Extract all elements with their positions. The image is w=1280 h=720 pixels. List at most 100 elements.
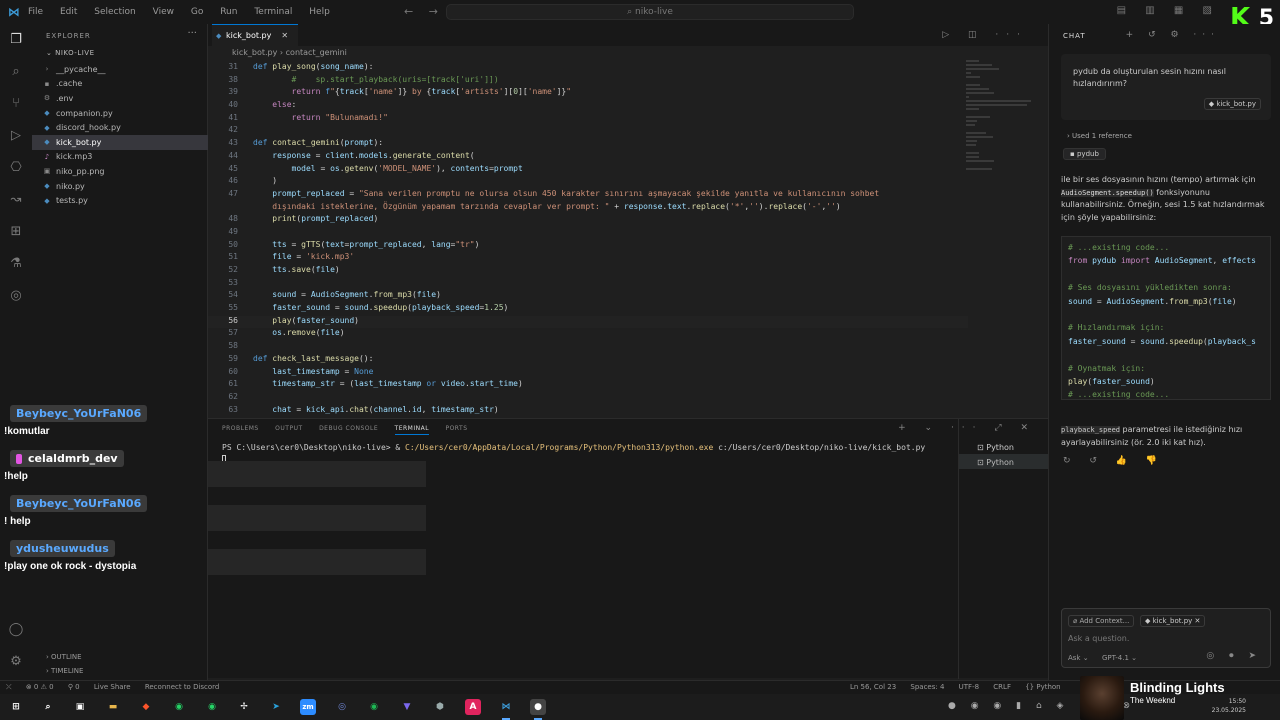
app-icon[interactable]: ⬢ xyxy=(432,699,448,715)
testing-icon[interactable]: ⚗ xyxy=(8,256,24,272)
chat-actions[interactable]: + ↺ ⚙ ··· xyxy=(1126,30,1220,40)
whatsapp-icon[interactable]: ◉ xyxy=(204,699,220,715)
nav-arrows[interactable]: ← → xyxy=(404,5,444,18)
menu-selection[interactable]: Selection xyxy=(94,7,135,17)
minimap[interactable] xyxy=(966,60,1042,200)
answer-code-block[interactable]: # ...existing code... from pydub import A… xyxy=(1061,236,1271,400)
file-item[interactable]: ◆ discord_hook.py xyxy=(32,120,208,135)
discord-status[interactable]: Reconnect to Discord xyxy=(145,683,220,691)
tab-output[interactable]: OUTPUT xyxy=(275,425,302,432)
model-dropdown[interactable]: GPT-4.1 ⌄ xyxy=(1102,654,1137,662)
settings-gear-icon[interactable]: ⚙ xyxy=(8,654,24,670)
add-context-button[interactable]: ⌀ Add Context... xyxy=(1068,615,1135,627)
menu-help[interactable]: Help xyxy=(309,7,330,17)
zoom-icon[interactable]: zm xyxy=(300,699,316,715)
remote-icon[interactable]: ⤫ xyxy=(6,683,12,691)
code-line[interactable]: 55 faster_sound = sound.speedup(playback… xyxy=(208,303,968,316)
feedback-actions[interactable]: ↻ ↺ 👍 👎 xyxy=(1063,456,1165,466)
code-line[interactable]: 62 xyxy=(208,392,968,405)
close-icon[interactable]: ✕ xyxy=(281,31,288,40)
code-line[interactable]: dışındaki isteklerine, Özgünüm yapamam t… xyxy=(208,202,968,215)
project-name[interactable]: ⌄ NIKO-LIVE xyxy=(46,49,95,57)
menu-run[interactable]: Run xyxy=(220,7,237,17)
task-view-icon[interactable]: ▣ xyxy=(72,699,88,715)
code-line[interactable]: 60 last_timestamp = None xyxy=(208,367,968,380)
breadcrumb-file[interactable]: kick_bot.py xyxy=(232,48,277,57)
menu-view[interactable]: View xyxy=(153,7,174,17)
code-line[interactable]: 48 print(prompt_replaced) xyxy=(208,214,968,227)
code-line[interactable]: 44 response = client.models.generate_con… xyxy=(208,151,968,164)
code-area[interactable]: 31 def play_song(song_name): 38 # sp.start… xyxy=(208,62,968,417)
ports-status[interactable]: ⚲ 0 xyxy=(68,683,80,691)
app-icon[interactable]: A xyxy=(465,699,481,715)
run-debug-icon[interactable]: ▷ xyxy=(8,128,24,144)
reference-toggle[interactable]: › Used 1 reference xyxy=(1067,132,1132,140)
code-line[interactable]: 50 tts = gTTS(text=prompt_replaced, lang… xyxy=(208,240,968,253)
menu-edit[interactable]: Edit xyxy=(60,7,77,17)
code-line[interactable]: 40 else: xyxy=(208,100,968,113)
code-line[interactable]: 38 # sp.start_playback(uris=[track['uri'… xyxy=(208,75,968,88)
code-line[interactable]: 59 def check_last_message(): xyxy=(208,354,968,367)
file-explorer-icon[interactable]: ▬ xyxy=(105,699,121,715)
remote-explorer-icon[interactable]: ⎔ xyxy=(8,160,24,176)
command-center-search[interactable]: ⌕ niko-live xyxy=(446,4,854,20)
layout-controls[interactable]: ▤ ▥ ▦ ▧ xyxy=(1117,5,1220,16)
reference-chip[interactable]: ▪ pydub xyxy=(1063,148,1106,160)
code-line[interactable]: 42 xyxy=(208,125,968,138)
file-item[interactable]: ▣ niko_pp.png xyxy=(32,164,208,179)
discord-icon[interactable]: ◎ xyxy=(334,699,350,715)
question-file-chip[interactable]: ◆ kick_bot.py xyxy=(1203,98,1261,110)
tab-ports[interactable]: PORTS xyxy=(445,425,467,432)
menu-terminal[interactable]: Terminal xyxy=(254,7,292,17)
mode-dropdown[interactable]: Ask ⌄ xyxy=(1068,654,1089,662)
file-item[interactable]: ♪ kick.mp3 xyxy=(32,150,208,165)
code-line[interactable]: 58 xyxy=(208,341,968,354)
spotify-icon[interactable]: ◉ xyxy=(366,699,382,715)
encoding[interactable]: UTF-8 xyxy=(959,683,979,691)
code-line[interactable]: 57 os.remove(file) xyxy=(208,328,968,341)
code-line[interactable]: 39 return f"{track['name']} by {track['a… xyxy=(208,87,968,100)
terminal-entry[interactable]: ⊡ Python xyxy=(959,439,1048,454)
editor-tab[interactable]: ◆ kick_bot.py ✕ xyxy=(212,24,298,46)
timeline-section[interactable]: › TIMELINE xyxy=(46,667,83,675)
code-line[interactable]: 45 model = os.getenv('MODEL_NAME'), cont… xyxy=(208,164,968,177)
live-share-icon[interactable]: ↝ xyxy=(8,192,24,208)
file-item[interactable]: ▪ .cache xyxy=(32,77,208,92)
code-line[interactable]: 54 sound = AudioSegment.from_mp3(file) xyxy=(208,290,968,303)
context-file-chip[interactable]: ◆ kick_bot.py ✕ xyxy=(1140,615,1206,627)
code-line[interactable]: 43 def contact_gemini(prompt): xyxy=(208,138,968,151)
menu-file[interactable]: File xyxy=(28,7,43,17)
app-icon[interactable]: ▼ xyxy=(399,699,415,715)
tab-problems[interactable]: PROBLEMS xyxy=(222,425,259,432)
chat-input-box[interactable]: ⌀ Add Context... ◆ kick_bot.py ✕ Ask a q… xyxy=(1061,608,1271,668)
line-ending[interactable]: CRLF xyxy=(993,683,1011,691)
code-line[interactable]: 47 prompt_replaced = "Sana verilen promp… xyxy=(208,189,968,202)
telegram-icon[interactable]: ➤ xyxy=(268,699,284,715)
outline-section[interactable]: › OUTLINE xyxy=(46,653,82,661)
code-line[interactable]: 49 xyxy=(208,227,968,240)
file-item[interactable]: ◆ companion.py xyxy=(32,106,208,121)
close-icon[interactable]: ✕ xyxy=(1192,617,1201,625)
language-mode[interactable]: {} Python xyxy=(1025,683,1060,691)
account-icon[interactable]: ◯ xyxy=(8,622,24,638)
obs-icon[interactable]: ● xyxy=(530,699,546,720)
source-control-icon[interactable]: ⑂ xyxy=(8,96,24,112)
code-line[interactable]: 51 file = 'kick.mp3' xyxy=(208,252,968,265)
whatsapp-icon[interactable]: ◉ xyxy=(171,699,187,715)
chat-input-placeholder[interactable]: Ask a question. xyxy=(1068,634,1129,643)
discord-icon[interactable]: ◎ xyxy=(8,288,24,304)
code-line[interactable]: 56 play(faster_sound) xyxy=(208,315,968,329)
file-item[interactable]: ⚙ .env xyxy=(32,91,208,106)
vscode-taskbar-icon[interactable]: ⋈ xyxy=(498,699,514,720)
explorer-icon[interactable]: ❐ xyxy=(8,32,24,48)
breadcrumb-symbol[interactable]: contact_gemini xyxy=(286,48,347,57)
search-icon[interactable]: ⌕ xyxy=(8,64,24,80)
file-item[interactable]: ◆ tests.py xyxy=(32,193,208,208)
terminal-command-line[interactable]: PS C:\Users\cer0\Desktop\niko-live> & C:… xyxy=(222,443,925,452)
live-share-status[interactable]: Live Share xyxy=(94,683,131,691)
extensions-icon[interactable]: ⊞ xyxy=(8,224,24,240)
menu-go[interactable]: Go xyxy=(191,7,203,17)
brave-browser-icon[interactable]: ◆ xyxy=(138,699,154,715)
problems-status[interactable]: ⊗ 0 ⚠ 0 xyxy=(26,683,54,691)
send-actions[interactable]: ◎ ⏺ ➤ xyxy=(1206,651,1262,661)
